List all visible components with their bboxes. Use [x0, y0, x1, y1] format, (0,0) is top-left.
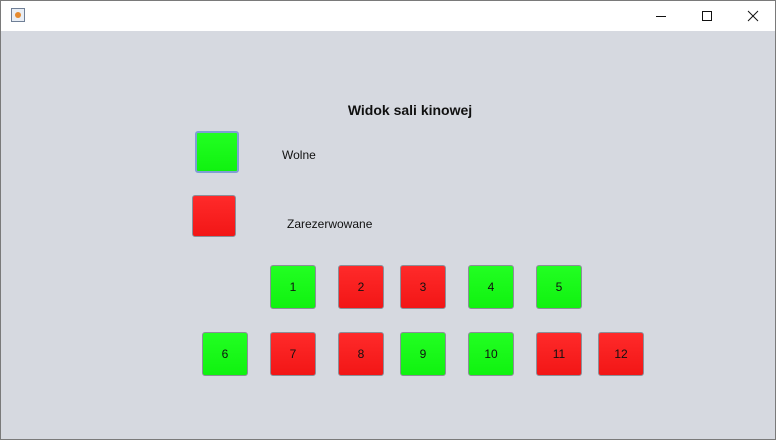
seat-button[interactable]: 6 [202, 332, 248, 376]
seat-button[interactable]: 5 [536, 265, 582, 309]
seat-button[interactable]: 1 [270, 265, 316, 309]
seat-button[interactable]: 10 [468, 332, 514, 376]
seat-button[interactable]: 8 [338, 332, 384, 376]
legend-free-swatch[interactable] [195, 131, 239, 173]
seat-button[interactable]: 11 [536, 332, 582, 376]
legend-reserved-label: Zarezerwowane [287, 217, 373, 231]
seat-button[interactable]: 3 [400, 265, 446, 309]
close-button[interactable] [730, 1, 776, 31]
close-icon [747, 10, 759, 22]
seat-button[interactable]: 12 [598, 332, 644, 376]
seat-button[interactable]: 2 [338, 265, 384, 309]
title-bar[interactable] [1, 1, 775, 31]
java-app-icon[interactable] [11, 8, 25, 22]
legend-reserved-swatch[interactable] [192, 195, 236, 237]
seat-button[interactable]: 7 [270, 332, 316, 376]
maximize-button[interactable] [684, 1, 730, 31]
app-window: Widok sali kinowej Wolne Zarezerwowane 1… [0, 0, 776, 440]
minimize-icon [656, 16, 666, 17]
legend-free-label: Wolne [282, 148, 316, 162]
content-panel: Widok sali kinowej Wolne Zarezerwowane 1… [1, 31, 775, 439]
page-title: Widok sali kinowej [347, 102, 473, 118]
seat-button[interactable]: 4 [468, 265, 514, 309]
maximize-icon [702, 11, 712, 21]
seat-button[interactable]: 9 [400, 332, 446, 376]
minimize-button[interactable] [638, 1, 684, 31]
